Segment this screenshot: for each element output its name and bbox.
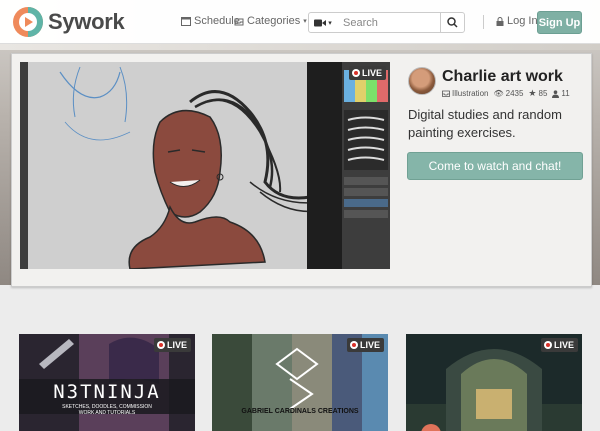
stream-title: N3TNINJA [53, 381, 161, 403]
brand-name: Sywork [48, 9, 125, 34]
stream-title: GABRIEL CARDINALS CREATIONS [241, 408, 359, 415]
login-link[interactable]: Log In [496, 15, 538, 27]
lock-icon [496, 16, 504, 26]
stream-type-dropdown[interactable]: ▾ [308, 12, 338, 33]
nav-categories[interactable]: Categories ▾ [234, 15, 307, 27]
stream-stats: Illustration 👁 2435 ★ 85 11 [442, 88, 570, 99]
category-stat[interactable]: Illustration [442, 89, 488, 98]
signup-button[interactable]: Sign Up [537, 11, 582, 34]
inbox-icon [442, 90, 450, 97]
featured-stream-card: LIVE Charlie art work Illustration 👁 243… [11, 53, 592, 287]
nav-schedule-label: Schedule [194, 15, 240, 27]
live-dot-icon [349, 341, 358, 349]
stars-count: 85 [538, 89, 548, 98]
eye-icon: 👁 [493, 89, 504, 98]
live-label: LIVE [553, 340, 574, 350]
star-icon: ★ [528, 88, 537, 98]
chevron-down-icon: ▾ [328, 19, 332, 27]
nav-categories-label: Categories [247, 15, 301, 27]
category-label: Illustration [452, 89, 489, 98]
live-badge: LIVE [348, 66, 386, 80]
top-navbar: Sywork Schedule Categories ▾ ▾ Log In Si… [0, 0, 600, 44]
live-badge: LIVE [153, 338, 191, 352]
live-dot-icon [156, 341, 165, 349]
watch-and-chat-button[interactable]: Come to watch and chat! [407, 152, 583, 180]
live-dot-icon [543, 341, 552, 349]
chevron-down-icon: ▾ [303, 18, 307, 25]
followers-stat: 11 [552, 89, 570, 98]
nav-schedule[interactable]: Schedule [181, 15, 240, 27]
live-badge: LIVE [540, 338, 578, 352]
login-label: Log In [507, 15, 538, 27]
live-label: LIVE [166, 340, 187, 350]
brand-logo[interactable]: Sywork [12, 6, 125, 38]
logo-icon [13, 7, 43, 37]
user-icon [552, 89, 560, 98]
streamer-name[interactable]: Charlie art work [442, 68, 563, 86]
views-stat: 👁 2435 [493, 89, 523, 98]
live-label: LIVE [359, 340, 380, 350]
stream-card[interactable]: GABRIEL CARDINALS CREATIONS LIVE [212, 334, 388, 431]
search-button[interactable] [440, 12, 465, 33]
followers-count: 11 [561, 89, 570, 98]
calendar-icon [181, 17, 191, 26]
video-camera-icon [314, 19, 327, 26]
stream-artwork [20, 62, 390, 269]
featured-stream-preview[interactable]: LIVE [20, 62, 390, 269]
stream-subtitle: SKETCHES, DOODLES, COMMISSION WORK AND T… [62, 404, 152, 416]
stream-description: Digital studies and random painting exer… [408, 107, 562, 140]
live-label: LIVE [361, 68, 382, 78]
nav-divider [483, 15, 484, 29]
live-dot-icon [351, 69, 360, 77]
stream-card[interactable]: LIVE [406, 334, 582, 431]
avatar[interactable] [408, 67, 436, 95]
search-input[interactable] [337, 12, 441, 33]
views-count: 2435 [505, 89, 524, 98]
inbox-icon [234, 18, 244, 26]
stream-card[interactable]: N3TNINJA SKETCHES, DOODLES, COMMISSION W… [19, 334, 195, 431]
live-badge: LIVE [346, 338, 384, 352]
search-icon [447, 17, 458, 28]
stars-stat: ★ 85 [528, 88, 547, 99]
